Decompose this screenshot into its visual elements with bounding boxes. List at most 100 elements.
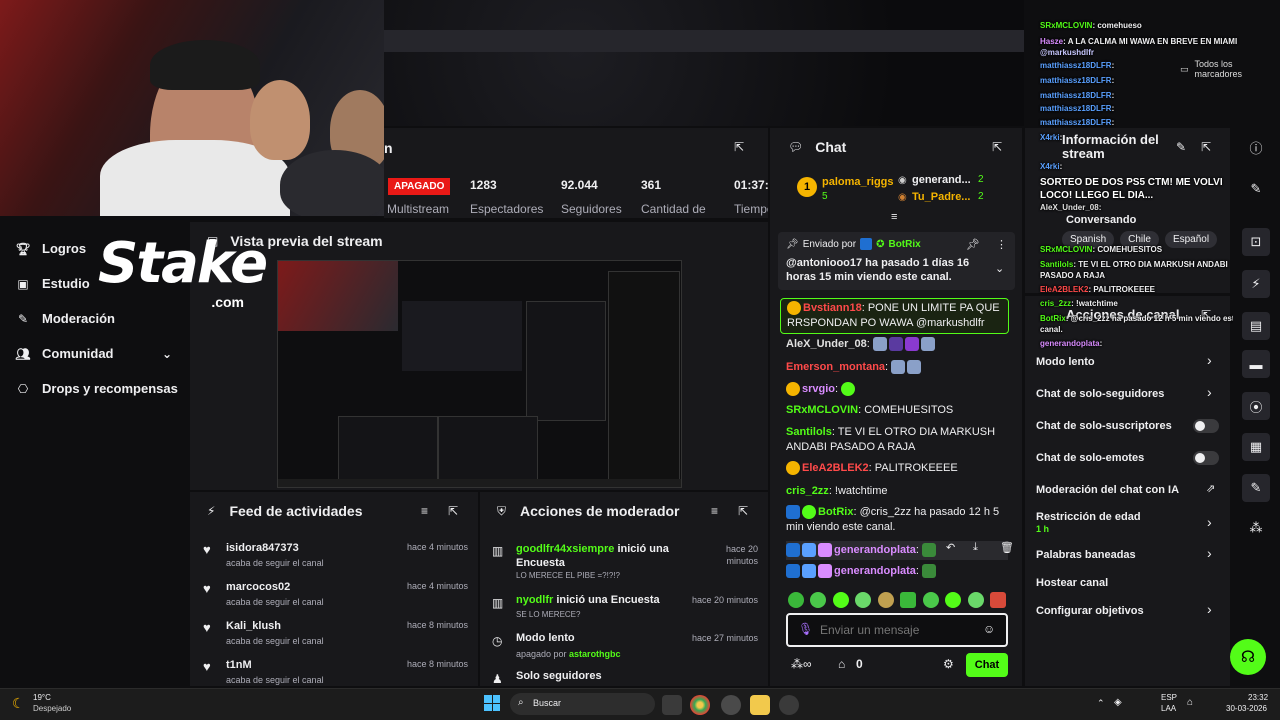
more-icon[interactable]: ⋮ <box>996 238 1007 251</box>
lightning-icon: ⚡︎ <box>207 504 216 518</box>
emote-icon[interactable] <box>967 592 984 608</box>
host-channel-item[interactable]: Hostear canal <box>1036 577 1108 589</box>
emotes-only-toggle[interactable] <box>1193 451 1219 465</box>
badge-icon <box>786 461 800 476</box>
stake-logo: Stake .com <box>98 231 268 311</box>
wifi-icon[interactable]: ⌂ <box>1187 697 1193 708</box>
chat-input[interactable] <box>820 622 970 638</box>
emote-icon[interactable] <box>855 592 872 608</box>
goals-item[interactable]: Configurar objetivos <box>1036 605 1144 617</box>
popout-icon[interactable]: ⇱ <box>734 140 744 154</box>
lightning-icon[interactable]: ⚡︎ <box>1242 270 1270 298</box>
undo-icon[interactable]: ↶ <box>946 541 955 554</box>
pencil-icon[interactable]: ✎ <box>1242 175 1270 203</box>
emote-icon[interactable] <box>922 592 939 608</box>
emote-icon[interactable] <box>877 592 894 608</box>
clock-icon: ◷ <box>492 634 503 648</box>
edit-icon[interactable]: ✎ <box>1176 140 1186 154</box>
task-view-icon[interactable] <box>662 695 682 715</box>
overlay-chat-line: SRxMCLOVIN: COMEHUESITOS <box>1040 245 1163 254</box>
list-item: ◷ Modo lento hace 27 minutos apagado por… <box>492 632 758 659</box>
popout-icon[interactable]: ⇱ <box>1201 140 1211 154</box>
gear-icon[interactable]: ⚙︎ <box>943 657 954 671</box>
group-icon[interactable]: ⁂∞ <box>791 657 812 671</box>
emote-icon <box>922 564 937 579</box>
sidebar-item-logros[interactable]: 🏆︎ Logros <box>15 241 86 256</box>
emote-icon <box>922 543 937 558</box>
emote-icon[interactable] <box>832 592 849 608</box>
group-icon[interactable]: ⁂ <box>1242 514 1270 542</box>
overlay-chat-line: @markushdlfr <box>1040 48 1095 57</box>
collapse-icon[interactable]: ≡ <box>891 211 897 223</box>
verified-icon <box>802 505 816 520</box>
emote-icon[interactable] <box>788 592 804 608</box>
overlay-chat-line: EleA2BLEK2: PALITROKEEEE <box>1040 285 1155 294</box>
subscribers-only-toggle[interactable] <box>1193 419 1219 433</box>
wrench-icon[interactable]: ✎ <box>1242 474 1270 502</box>
studio-icon: ▣ <box>17 276 29 291</box>
start-icon[interactable] <box>484 695 500 711</box>
popout-icon[interactable]: ⇱ <box>448 504 458 518</box>
chevron-right-icon: › <box>1207 601 1212 617</box>
headset-icon[interactable]: ☊ <box>1230 639 1266 675</box>
emote-icon[interactable] <box>989 592 1006 608</box>
folder-icon[interactable] <box>750 695 770 715</box>
send-chat-button[interactable]: Chat <box>966 653 1008 677</box>
app-icon[interactable] <box>721 695 741 715</box>
badge-icon <box>786 505 800 520</box>
list-item: ♟ Solo seguidores <box>492 670 602 685</box>
age-restriction-item[interactable]: Restricción de edad <box>1036 511 1141 523</box>
layout-icon[interactable]: ▦ <box>1242 433 1270 461</box>
badge-icon <box>786 543 800 558</box>
tag-chip[interactable]: Español <box>1164 231 1218 248</box>
emote-icon[interactable] <box>810 592 827 608</box>
poll-icon: ▥ <box>492 596 504 610</box>
emote-icon[interactable] <box>945 592 962 608</box>
broadcast-icon[interactable]: ⦿ <box>1242 392 1270 420</box>
overlay-chat-line: AleX_Under_08: <box>1040 203 1102 212</box>
trash-icon[interactable]: 🗑︎ <box>1000 541 1014 554</box>
chat-message: Bvstiann18: PONE UN LIMITE PA QUE RRSPON… <box>780 298 1009 334</box>
popout-icon[interactable]: ⇱ <box>992 140 1002 154</box>
filter-icon[interactable]: ≡ <box>421 504 428 518</box>
ai-moderation-item[interactable]: Moderación del chat con IA <box>1036 484 1179 496</box>
rank-2-icon: ◉ <box>898 175 907 186</box>
subscribers-only-item: Chat de solo-suscriptores <box>1036 420 1172 432</box>
popout-icon[interactable]: ⇱ <box>738 504 748 518</box>
gift-icon: ⎔ <box>17 381 29 396</box>
banned-words-item[interactable]: Palabras baneadas <box>1036 549 1136 561</box>
camera-icon[interactable]: ⊡ <box>1242 228 1270 256</box>
chat-message: EleA2BLEK2: PALITROKEEEE <box>786 461 1008 476</box>
tray-icon[interactable]: ◈ <box>1114 697 1122 708</box>
stream-preview-video[interactable] <box>277 260 682 488</box>
emoji-icon[interactable]: ☺ <box>983 622 995 636</box>
sidebar-item-estudio[interactable]: ▣ Estudio <box>16 276 89 291</box>
microphone-icon[interactable]: 🎙︎ <box>798 622 813 636</box>
document-icon[interactable]: ▤ <box>1242 312 1270 340</box>
status-badge: APAGADO <box>388 178 451 195</box>
chrome-icon[interactable] <box>690 695 710 715</box>
sidebar-item-drops[interactable]: ⎔ Drops y recompensas <box>16 381 178 396</box>
chat-message: Emerson_montana: <box>786 360 1008 375</box>
sidebar-item-comunidad[interactable]: 👥︎ Comunidad ⌄ <box>15 346 174 361</box>
overlay-chat-line: X4rki: <box>1040 133 1063 142</box>
store-icon[interactable]: ⌂ <box>838 657 845 671</box>
chevron-up-icon[interactable]: ⌃ <box>1097 698 1105 709</box>
unpin-icon[interactable]: 📌︎ <box>966 238 980 251</box>
list-item: ▥ nyodlfr inició una Encuesta hace 20 mi… <box>492 594 758 619</box>
chevron-right-icon: › <box>1207 384 1212 400</box>
bookmarks-bar-item[interactable]: ▭ Todos los marcadores <box>1180 59 1280 79</box>
folder-icon: ▭ <box>1180 63 1189 74</box>
info-icon[interactable]: ⓘ <box>1242 133 1270 161</box>
emote-icon[interactable] <box>900 592 917 608</box>
followers-only-item[interactable]: Chat de solo-seguidores <box>1036 388 1164 400</box>
chevron-down-icon[interactable]: ⌄ <box>995 262 1004 275</box>
media-icon[interactable] <box>779 695 799 715</box>
taskbar-search[interactable] <box>510 693 655 715</box>
list-item: ♥ t1nM hace 8 minutos acaba de seguir el… <box>203 659 468 685</box>
filter-icon[interactable]: ≡ <box>711 504 718 518</box>
chat-icon[interactable]: ▬ <box>1242 350 1270 378</box>
pin-icon[interactable]: ⤓ <box>973 541 978 554</box>
slow-mode-item[interactable]: Modo lento <box>1036 356 1095 368</box>
emote-icon <box>907 360 922 375</box>
